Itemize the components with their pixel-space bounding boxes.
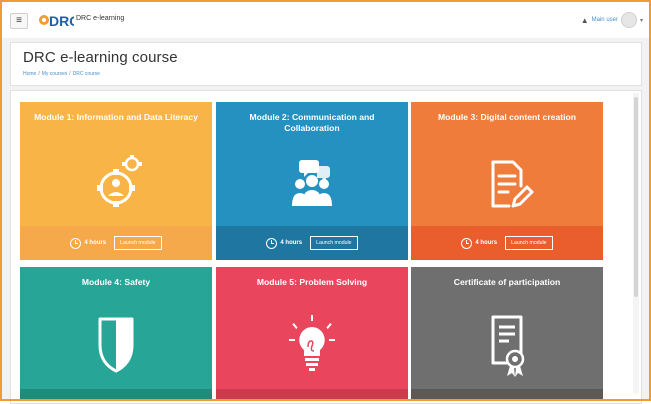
gear-person-icon [97,155,142,207]
hamburger-icon[interactable]: ≡ [10,13,28,29]
module-tile-4[interactable]: Module 4: Safety [20,267,212,399]
scrollbar-thumb[interactable] [634,97,638,297]
certificate-tile[interactable]: Certificate of participation [411,267,603,399]
duration: 4 hours [266,237,303,249]
page-title: DRC e-learning course [23,49,178,66]
user-name[interactable]: Main user [592,17,618,23]
breadcrumb-separator: / [69,71,71,77]
breadcrumb-separator: / [38,71,40,77]
module-tile-2[interactable]: Module 2: Communication and Collaboratio… [216,102,408,260]
top-navbar: ≡ DRC DRC e-learning ▲ Main user ▾ [2,2,649,39]
duration: 4 hours [70,237,107,249]
people-chat-icon [292,160,332,206]
tile-footer: 4 hours Launch module [20,226,212,260]
caret-down-icon[interactable]: ▾ [640,17,643,24]
tile-title: Module 5: Problem Solving [256,277,368,287]
launch-module-button[interactable]: Launch module [310,236,358,250]
breadcrumb: Home / My courses / DRC course [23,71,100,77]
avatar[interactable] [620,12,637,28]
certificate-icon [491,315,525,377]
tile-footer: 4 hours Launch module [411,226,603,260]
shield-icon [98,317,134,373]
clock-icon [70,237,82,249]
breadcrumb-home[interactable]: Home [23,71,36,77]
site-name[interactable]: DRC e-learning [76,15,124,22]
module-tile-1[interactable]: Module 1: Information and Data Literacy … [20,102,212,260]
tile-title: Certificate of participation [453,277,561,287]
tile-title: Module 1: Information and Data Literacy [34,112,198,122]
launch-module-button[interactable]: Launch module [114,236,162,250]
bell-icon[interactable]: ▲ [581,16,589,25]
tile-footer [20,389,212,399]
scrollbar[interactable] [633,93,639,393]
tile-title: Module 2: Communication and Collaboratio… [249,112,375,133]
tile-title: Module 3: Digital content creation [438,112,576,122]
hours-label: 4 hours [280,240,303,246]
launch-module-button[interactable]: Launch module [505,236,553,250]
module-tile-5[interactable]: Module 5: Problem Solving [216,267,408,399]
breadcrumb-course[interactable]: DRC course [73,71,100,77]
lightbulb-icon [289,315,335,371]
tile-footer [411,389,603,399]
drc-logo[interactable]: DRC [38,10,74,30]
course-header: DRC e-learning course Home / My courses … [10,42,642,86]
svg-text:DRC: DRC [49,13,74,29]
hours-label: 4 hours [84,240,107,246]
document-edit-icon [491,160,534,208]
duration: 4 hours [461,237,498,249]
tile-footer: 4 hours Launch module [216,226,408,260]
user-menu[interactable]: ▲ Main user ▾ [581,11,643,29]
clock-icon [461,237,473,249]
hours-label: 4 hours [475,240,498,246]
tile-footer [216,389,408,399]
clock-icon [266,237,278,249]
module-tile-3[interactable]: Module 3: Digital content creation 4 hou… [411,102,603,260]
breadcrumb-my-courses[interactable]: My courses [42,71,68,77]
tile-title: Module 4: Safety [81,277,151,287]
